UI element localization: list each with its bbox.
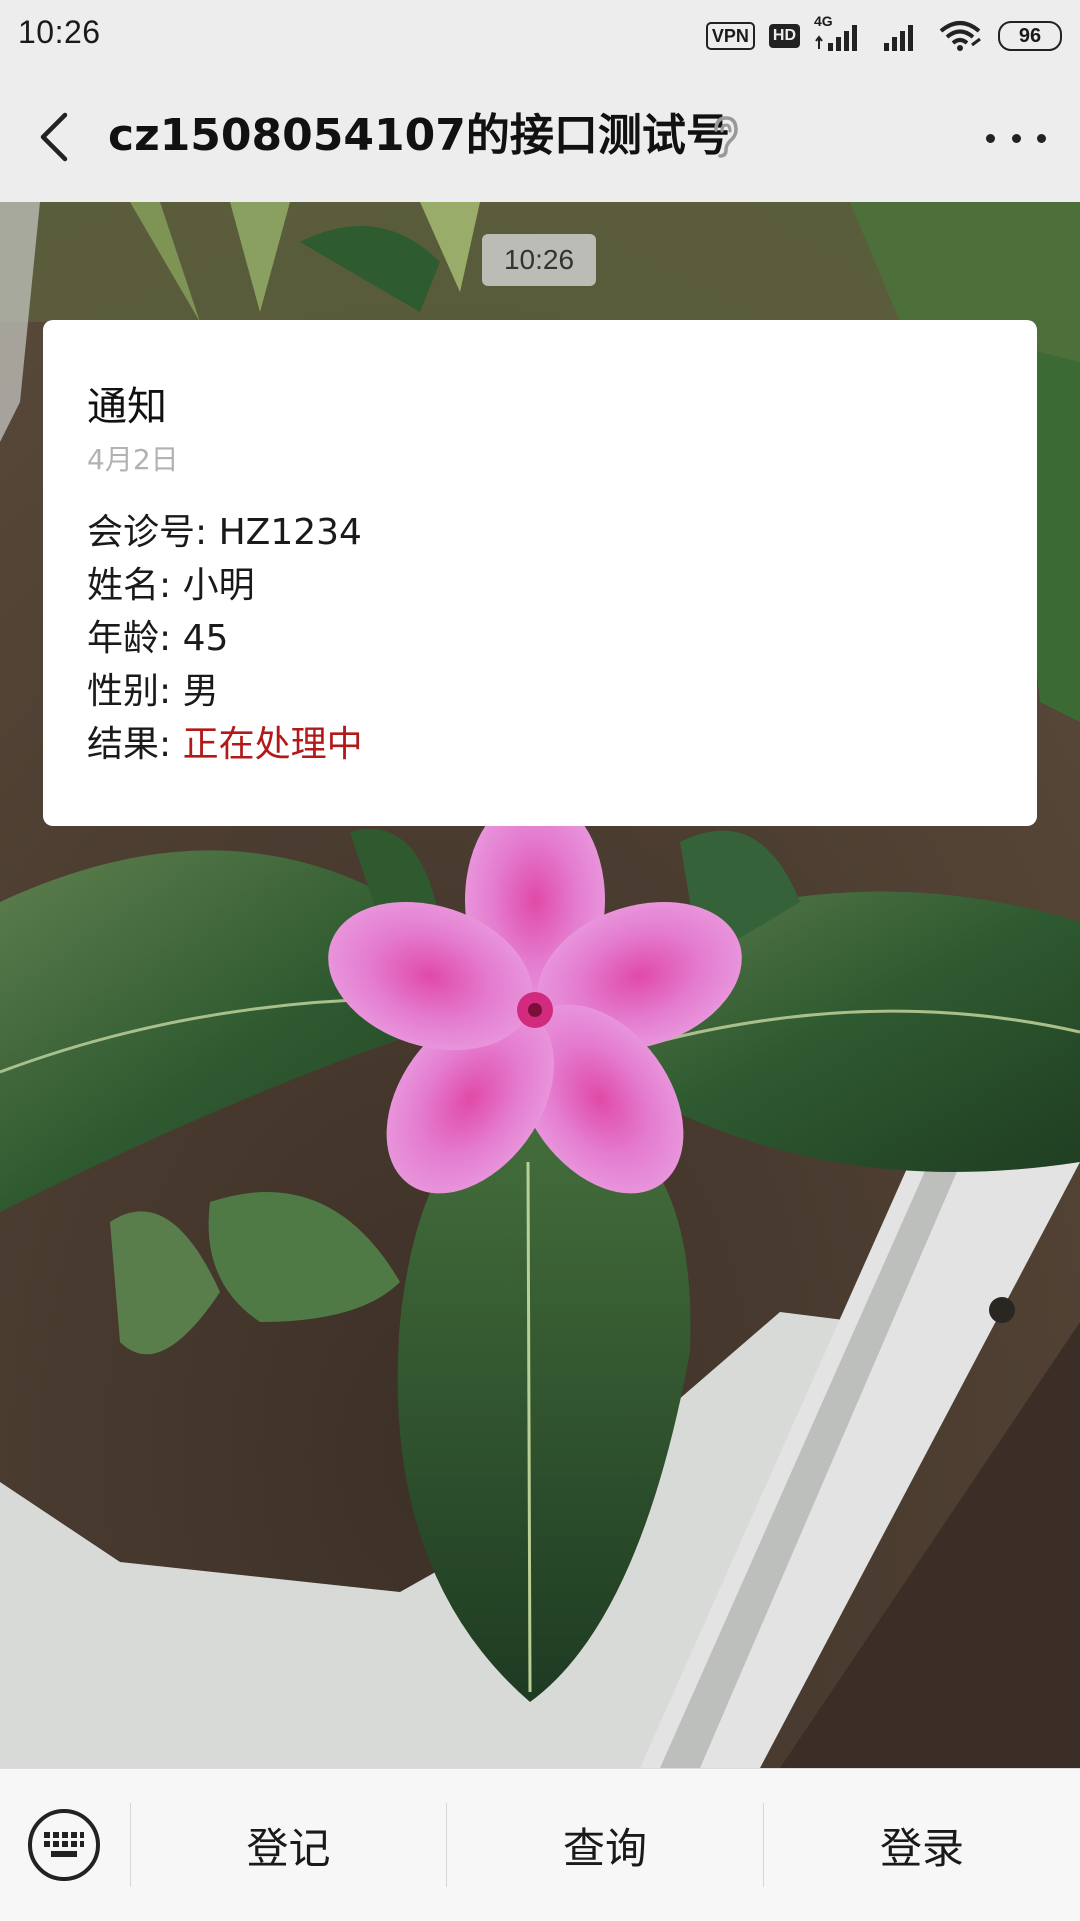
card-date: 4月2日: [87, 443, 179, 476]
card-title: 通知: [87, 384, 167, 430]
ear-icon: [714, 116, 738, 158]
keyboard-icon: [44, 1832, 84, 1857]
menu-item-query[interactable]: 查询: [447, 1769, 763, 1921]
field-consult-number: 会诊号: HZ1234: [87, 506, 993, 559]
field-label: 年龄:: [87, 618, 172, 659]
field-age: 年龄: 45: [87, 612, 993, 665]
field-value: 男: [182, 671, 219, 712]
chat-title: cz1508054107的接口测试号: [108, 110, 730, 161]
field-value: 小明: [182, 565, 255, 606]
more-icon-dot: [1037, 133, 1046, 143]
more-button[interactable]: [986, 110, 1046, 166]
field-value: 45: [182, 618, 229, 659]
template-message-card[interactable]: 通知 4月2日 会诊号: HZ1234 姓名: 小明 年龄: 45 性别: 男 …: [43, 320, 1037, 826]
status-time: 10:26: [18, 14, 101, 50]
status-bar: 10:26 VPN HD 4G 96: [0, 0, 1080, 72]
wifi-icon: [939, 21, 981, 51]
field-result: 结果: 正在处理中: [87, 718, 993, 771]
vpn-badge: VPN: [705, 22, 755, 50]
signal-icon: [884, 25, 913, 51]
custom-menu-bar: 登记 查询 登录: [0, 1768, 1080, 1921]
menu-item-register[interactable]: 登记: [131, 1769, 446, 1921]
back-button[interactable]: [26, 102, 82, 172]
field-value: HZ1234: [218, 512, 362, 553]
field-name: 姓名: 小明: [87, 559, 993, 612]
network-type-label: 4G: [814, 13, 833, 29]
field-label: 结果:: [87, 724, 172, 765]
keyboard-toggle-button[interactable]: [28, 1809, 100, 1881]
chat-area[interactable]: 10:26 通知 4月2日 会诊号: HZ1234 姓名: 小明 年龄: 45 …: [0, 202, 1080, 1768]
field-value-status: 正在处理中: [182, 724, 363, 765]
hd-badge: HD: [768, 24, 800, 48]
title-bar: cz1508054107的接口测试号: [0, 72, 1080, 202]
battery-indicator: 96: [998, 21, 1062, 51]
status-indicators: VPN HD 4G 96: [705, 13, 1062, 56]
field-label: 姓名:: [87, 565, 172, 606]
message-timestamp: 10:26: [482, 234, 596, 286]
more-icon-dot: [1011, 133, 1021, 143]
field-label: 会诊号:: [87, 512, 208, 553]
card-fields: 会诊号: HZ1234 姓名: 小明 年龄: 45 性别: 男 结果: 正在处理…: [87, 506, 993, 771]
signal-4g-icon: 4G: [814, 13, 866, 53]
menu-item-login[interactable]: 登录: [764, 1769, 1080, 1921]
more-icon-dot: [986, 133, 995, 143]
field-label: 性别:: [87, 671, 172, 712]
back-icon: [40, 112, 68, 162]
field-gender: 性别: 男: [87, 665, 993, 718]
